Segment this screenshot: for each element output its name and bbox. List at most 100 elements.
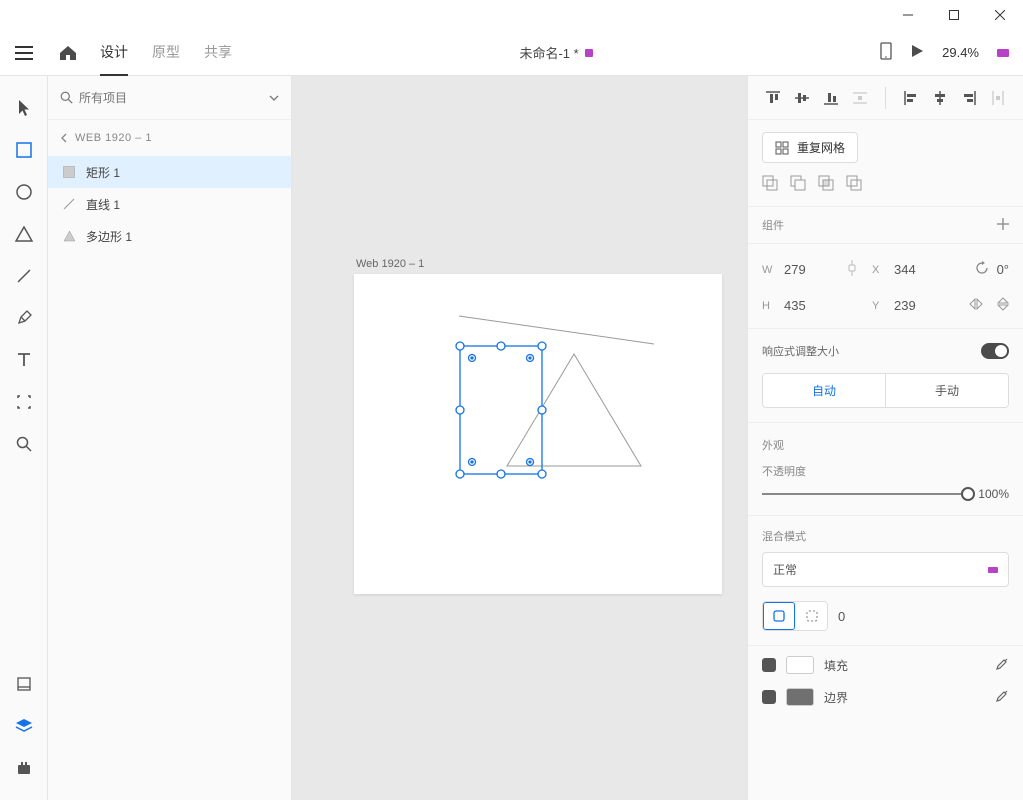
add-op-icon[interactable] [762,175,778,194]
responsive-auto-button[interactable]: 自动 [763,374,885,407]
layer-item-line[interactable]: 直线 1 [48,188,291,220]
lock-aspect-icon[interactable] [840,258,864,281]
layer-item-rect[interactable]: 矩形 1 [48,156,291,188]
responsive-mode-segment[interactable]: 自动 手动 [762,373,1009,408]
mode-tabs: 设计 原型 共享 [100,30,232,76]
window-maximize-button[interactable] [931,0,977,30]
zoom-tool[interactable] [4,424,44,464]
polygon-layer-icon [62,229,76,243]
height-input[interactable]: 435 [784,298,832,313]
distribute-v-button[interactable] [848,84,873,112]
exclude-op-icon[interactable] [846,175,862,194]
layer-item-label: 矩形 1 [86,164,120,181]
x-input[interactable]: 344 [894,262,942,277]
transform-section: W 279 X 344 0° H 435 Y 239 [748,244,1023,329]
layer-item-polygon[interactable]: 多边形 1 [48,220,291,252]
opacity-slider[interactable] [762,493,968,495]
border-eyedropper-icon[interactable] [995,689,1009,706]
topbar-right-group: 29.4% [880,42,1023,63]
align-bottom-button[interactable] [819,84,844,112]
repeat-grid-button[interactable]: 重复网格 [762,132,858,163]
home-button[interactable] [48,45,88,61]
flip-h-icon[interactable] [969,298,983,313]
fill-color-swatch[interactable] [786,656,814,674]
window-titlebar [0,0,1023,30]
chevron-left-icon [60,133,67,143]
rotation-input[interactable]: 0° [997,262,1009,277]
y-input[interactable]: 239 [894,298,942,313]
blend-mode-select[interactable]: 正常 [762,552,1009,587]
intersect-op-icon[interactable] [818,175,834,194]
distribute-h-button[interactable] [986,84,1011,112]
tab-prototype[interactable]: 原型 [152,30,180,76]
align-vcenter-button[interactable] [789,84,814,112]
appearance-section: 外观 不透明度 100% [748,423,1023,516]
blend-indicator-icon [988,567,998,573]
layers-list: 矩形 1 直线 1 多边形 1 [48,156,291,252]
tab-design[interactable]: 设计 [100,30,128,76]
align-left-button[interactable] [898,84,923,112]
border-row: 边界 [748,684,1023,716]
plugins-panel-button[interactable] [4,748,44,788]
align-hcenter-button[interactable] [927,84,952,112]
responsive-toggle[interactable] [981,343,1009,359]
corner-mode-group[interactable] [762,601,828,631]
layers-panel-button[interactable] [4,706,44,746]
hamburger-menu-button[interactable] [0,46,48,60]
rect-layer-icon [62,165,76,179]
cloud-doc-icon[interactable] [997,49,1009,57]
polygon-tool[interactable] [4,214,44,254]
document-title: 未命名-1 * [232,43,880,62]
layer-item-label: 直线 1 [86,196,120,213]
ellipse-tool[interactable] [4,172,44,212]
window-minimize-button[interactable] [885,0,931,30]
line-tool[interactable] [4,256,44,296]
pen-tool[interactable] [4,298,44,338]
rotation-icon[interactable] [975,261,989,278]
canvas-area[interactable]: Web 1920 – 1 [292,76,747,800]
zoom-level[interactable]: 29.4% [942,45,979,60]
repeat-grid-section: 重复网格 [748,120,1023,207]
opacity-value[interactable]: 100% [978,487,1009,501]
boolean-ops-row [762,175,1009,194]
align-right-button[interactable] [957,84,982,112]
artboard-tool[interactable] [4,382,44,422]
layers-breadcrumb[interactable]: WEB 1920 – 1 [48,120,291,156]
play-preview-button[interactable] [910,44,924,61]
responsive-manual-button[interactable]: 手动 [885,374,1008,407]
layers-search-row [48,76,291,120]
align-top-button[interactable] [760,84,785,112]
component-section-head: 组件 [748,207,1023,244]
chevron-down-icon[interactable] [269,95,279,101]
corner-each-button[interactable] [795,602,827,630]
fill-eyedropper-icon[interactable] [995,657,1009,674]
corner-all-button[interactable] [763,602,795,630]
assets-panel-button[interactable] [4,664,44,704]
properties-panel: 重复网格 组件 W 279 X 344 0° [747,76,1023,800]
layer-item-label: 多边形 1 [86,228,132,245]
rectangle-tool[interactable] [4,130,44,170]
tab-share[interactable]: 共享 [204,30,232,76]
border-label: 边界 [824,689,848,706]
artboard-label[interactable]: Web 1920 – 1 [356,258,424,270]
width-input[interactable]: 279 [784,262,832,277]
border-enabled-checkbox[interactable] [762,690,776,704]
alignment-row [748,76,1023,120]
device-preview-button[interactable] [880,42,892,63]
blend-mode-section: 混合模式 正常 0 [748,516,1023,646]
unsaved-indicator-icon [585,49,593,57]
border-color-swatch[interactable] [786,688,814,706]
responsive-section: 响应式调整大小 自动 手动 [748,329,1023,423]
artboard[interactable] [354,274,722,594]
fill-label: 填充 [824,657,848,674]
layers-search-input[interactable] [79,91,263,105]
subtract-op-icon[interactable] [790,175,806,194]
flip-v-icon[interactable] [997,297,1009,314]
corner-radius-input[interactable]: 0 [838,609,845,624]
fill-enabled-checkbox[interactable] [762,658,776,672]
text-tool[interactable] [4,340,44,380]
select-tool[interactable] [4,88,44,128]
search-icon [60,91,73,104]
add-component-button[interactable] [997,218,1009,233]
window-close-button[interactable] [977,0,1023,30]
